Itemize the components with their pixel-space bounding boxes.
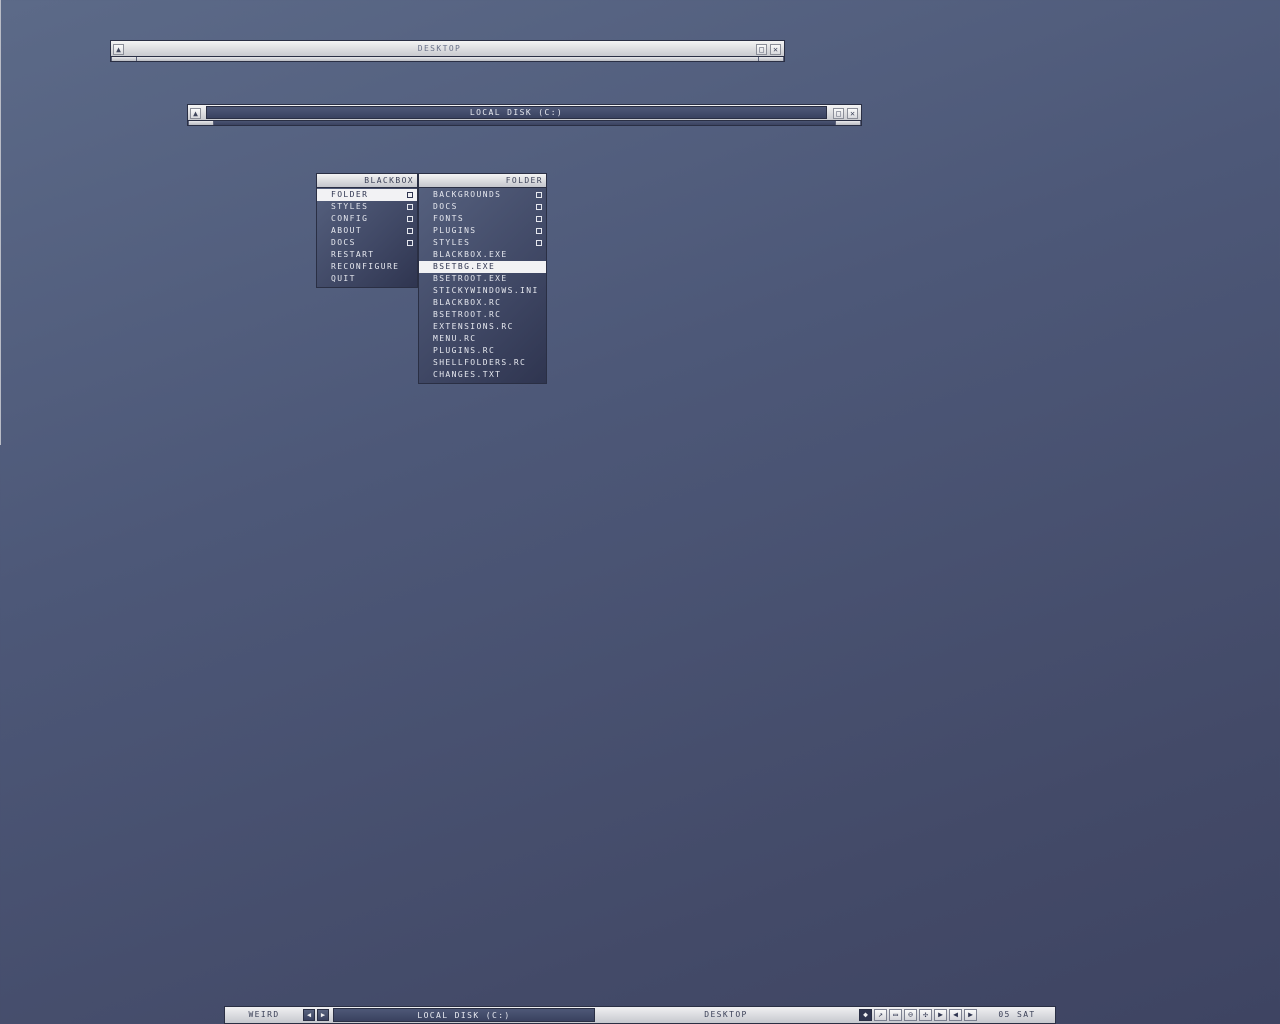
folder-menu-item-shellfolders-rc[interactable]: SHELLFOLDERS.RC (419, 357, 546, 369)
root-menu-item-about[interactable]: ABOUT (317, 225, 417, 237)
submenu-indicator-icon (536, 240, 542, 246)
workspace-label[interactable]: WEIRD (227, 1008, 301, 1022)
local-disk-window: ▲ LOCAL DISK (C:) □ ✕ (187, 104, 862, 128)
root-menu: BLACKBOX FOLDER STYLES CONFIG ABOUT DOCS REST… (316, 173, 418, 288)
menu-item-label: BLACKBOX.EXE (433, 250, 508, 259)
root-menu-item-reconfigure[interactable]: RECONFIGURE (317, 261, 417, 273)
settings-icon[interactable]: ✣ (919, 1009, 932, 1021)
root-menu-item-docs[interactable]: DOCS (317, 237, 417, 249)
shade-button[interactable]: ▲ (190, 108, 201, 119)
menu-item-label: MENU.RC (433, 334, 477, 343)
next-workspace-button[interactable]: ▶ (317, 1009, 329, 1021)
resize-grip-left[interactable] (188, 121, 214, 125)
shade-button[interactable]: ▲ (113, 44, 124, 55)
folder-menu-items: BACKGROUNDS DOCS FONTS PLUGINS STYLES BLACKBO… (418, 188, 547, 384)
menu-item-label: ABOUT (331, 226, 363, 235)
submenu-indicator-icon (536, 228, 542, 234)
folder-menu-item-changes-txt[interactable]: CHANGES.TXT (419, 369, 546, 381)
folder-menu-title[interactable]: FOLDER (418, 173, 547, 188)
folder-menu-item-bsetroot-rc[interactable]: BSETROOT.RC (419, 309, 546, 321)
resize-grip-right[interactable] (835, 121, 861, 125)
menu-item-label: BACKGROUNDS (433, 190, 502, 199)
menu-item-label: FOLDER (331, 190, 369, 199)
folder-menu-item-menu-rc[interactable]: MENU.RC (419, 333, 546, 345)
folder-menu-item-plugins[interactable]: PLUGINS (419, 225, 546, 237)
desktop-window-title: DESKTOP (417, 44, 462, 53)
folder-menu-item-plugins-rc[interactable]: PLUGINS.RC (419, 345, 546, 357)
task-button-local-disk[interactable]: LOCAL DISK (C:) (333, 1008, 595, 1022)
menu-item-label: PLUGINS (433, 226, 477, 235)
submenu-indicator-icon (407, 192, 413, 198)
menu-item-label: BSETBG.EXE (433, 262, 496, 271)
menu-item-label: QUIT (331, 274, 356, 283)
root-menu-item-folder[interactable]: FOLDER (317, 189, 417, 201)
menu-item-label: BLACKBOX.RC (433, 298, 502, 307)
folder-menu: FOLDER BACKGROUNDS DOCS FONTS PLUGINS STYLES… (418, 173, 547, 384)
prev-workspace-button[interactable]: ◀ (303, 1009, 315, 1021)
folder-menu-item-stickywindows-ini[interactable]: STICKYWINDOWS.INI (419, 285, 546, 297)
submenu-indicator-icon (407, 216, 413, 222)
menu-item-label: FONTS (433, 214, 465, 223)
root-menu-title[interactable]: BLACKBOX (316, 173, 418, 188)
submenu-indicator-icon (407, 240, 413, 246)
desktop-window-titlebar[interactable]: ▲ DESKTOP □ ✕ (110, 40, 785, 57)
menu-item-label: BSETROOT.EXE (433, 274, 508, 283)
menu-item-label: DOCS (433, 202, 458, 211)
menu-item-label: RESTART (331, 250, 375, 259)
local-disk-window-handle[interactable] (187, 121, 862, 126)
toolbar: WEIRD ◀ ▶ LOCAL DISK (C:) DESKTOP ◆ ↗ ▭ ⊖ ✣ ▶… (224, 1006, 1056, 1024)
tool-icon[interactable]: ↗ (874, 1009, 887, 1021)
prev-icon[interactable]: ◀ (949, 1009, 962, 1021)
pin-icon[interactable]: ◆ (859, 1009, 872, 1021)
task-button-desktop[interactable]: DESKTOP (597, 1008, 855, 1022)
maximize-button[interactable]: □ (833, 108, 844, 119)
root-menu-item-restart[interactable]: RESTART (317, 249, 417, 261)
screen-left-edge (0, 0, 1, 445)
menu-item-label: PLUGINS.RC (433, 346, 496, 355)
window-icon[interactable]: ▭ (889, 1009, 902, 1021)
folder-menu-item-docs[interactable]: DOCS (419, 201, 546, 213)
resize-grip-right[interactable] (758, 57, 784, 61)
menu-item-label: RECONFIGURE (331, 262, 400, 271)
resize-grip-left[interactable] (111, 57, 137, 61)
folder-menu-item-bsetroot-exe[interactable]: BSETROOT.EXE (419, 273, 546, 285)
submenu-indicator-icon (407, 204, 413, 210)
desktop-window-handle[interactable] (110, 57, 785, 62)
zoom-out-icon[interactable]: ⊖ (904, 1009, 917, 1021)
root-menu-item-config[interactable]: CONFIG (317, 213, 417, 225)
root-menu-item-styles[interactable]: STYLES (317, 201, 417, 213)
menu-item-label: DOCS (331, 238, 356, 247)
submenu-indicator-icon (536, 216, 542, 222)
menu-item-label: STICKYWINDOWS.INI (433, 286, 539, 295)
local-disk-window-title: LOCAL DISK (C:) (206, 106, 827, 119)
root-menu-items: FOLDER STYLES CONFIG ABOUT DOCS RESTART RECONF… (316, 188, 418, 288)
submenu-indicator-icon (407, 228, 413, 234)
folder-menu-item-styles[interactable]: STYLES (419, 237, 546, 249)
folder-menu-item-extensions-rc[interactable]: EXTENSIONS.RC (419, 321, 546, 333)
clock: 05 SAT 23:38 (998, 1010, 1036, 1019)
menu-item-label: STYLES (331, 202, 369, 211)
menu-item-label: CONFIG (331, 214, 369, 223)
submenu-indicator-icon (536, 192, 542, 198)
folder-menu-item-backgrounds[interactable]: BACKGROUNDS (419, 189, 546, 201)
maximize-button[interactable]: □ (756, 44, 767, 55)
play-icon[interactable]: ▶ (934, 1009, 947, 1021)
desktop-window: ▲ DESKTOP □ ✕ (110, 40, 785, 63)
menu-item-label: BSETROOT.RC (433, 310, 502, 319)
next-icon[interactable]: ▶ (964, 1009, 977, 1021)
folder-menu-item-fonts[interactable]: FONTS (419, 213, 546, 225)
submenu-indicator-icon (536, 204, 542, 210)
root-menu-item-quit[interactable]: QUIT (317, 273, 417, 285)
close-button[interactable]: ✕ (770, 44, 781, 55)
handle-bar (214, 121, 835, 125)
menu-item-label: SHELLFOLDERS.RC (433, 358, 527, 367)
menu-item-label: EXTENSIONS.RC (433, 322, 514, 331)
local-disk-window-titlebar[interactable]: ▲ LOCAL DISK (C:) □ ✕ (187, 104, 862, 121)
close-button[interactable]: ✕ (847, 108, 858, 119)
folder-menu-item-bsetbg-exe[interactable]: BSETBG.EXE (419, 261, 546, 273)
menu-item-label: STYLES (433, 238, 471, 247)
folder-menu-item-blackbox-rc[interactable]: BLACKBOX.RC (419, 297, 546, 309)
folder-menu-item-blackbox-exe[interactable]: BLACKBOX.EXE (419, 249, 546, 261)
menu-item-label: CHANGES.TXT (433, 370, 502, 379)
